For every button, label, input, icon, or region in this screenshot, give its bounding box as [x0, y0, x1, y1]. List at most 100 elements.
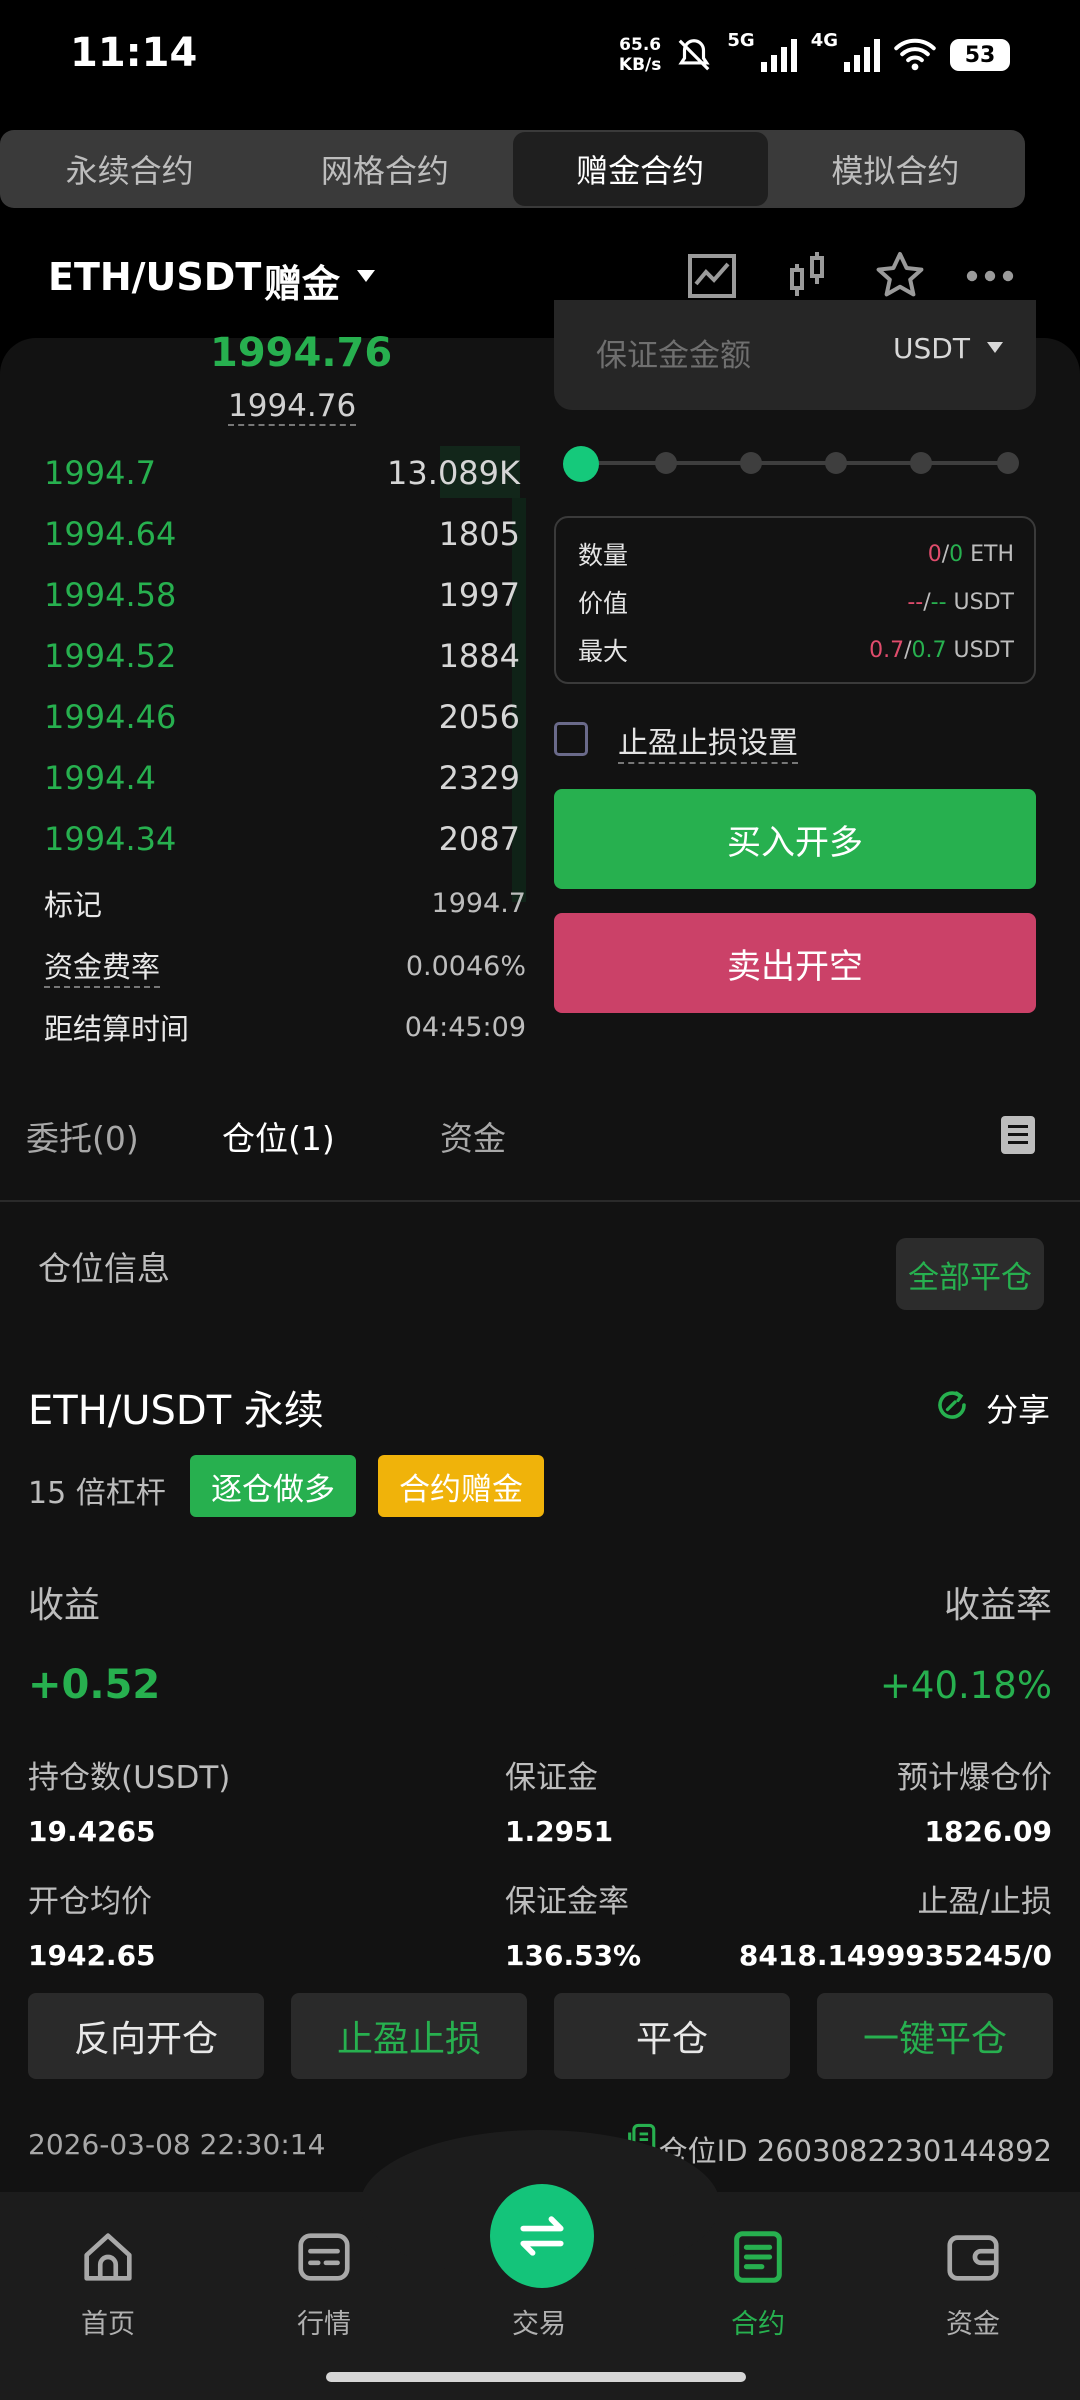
value-value: --/-- USDT — [907, 589, 1014, 615]
nav-home[interactable]: 首页 — [38, 2226, 178, 2341]
order-book-price: 1994.64 — [44, 515, 177, 553]
nav-assets[interactable]: 资金 — [903, 2226, 1043, 2341]
share-icon[interactable] — [934, 1387, 970, 1423]
close-all-button[interactable]: 全部平仓 — [896, 1238, 1044, 1310]
mark-info-row: 标记 1994.7 — [44, 882, 526, 924]
network-5g-label: 5G — [727, 30, 755, 51]
tp-sl-button[interactable]: 止盈止损 — [291, 1993, 527, 2079]
funding-rate-row: 资金费率 0.0046% — [44, 944, 526, 988]
order-book-qty: 2329 — [438, 759, 520, 797]
mark-label: 标记 — [44, 888, 103, 922]
nav-contract[interactable]: 合约 — [688, 2226, 828, 2341]
qty-label: 数量 — [578, 541, 629, 570]
order-book-qty: 1884 — [438, 637, 520, 675]
slider-step[interactable] — [740, 452, 762, 474]
contract-type-tabs: 永续合约 网格合约 赠金合约 模拟合约 — [0, 130, 1025, 208]
nav-trade-label[interactable]: 交易 — [512, 2302, 566, 2341]
margin-ratio-value: 136.53% — [505, 1939, 642, 1972]
order-book-row[interactable]: 1994.58 1997 — [44, 566, 520, 624]
entry-price-label: 开仓均价 — [28, 1884, 152, 1920]
position-size: 持仓数(USDT) 19.4265 — [28, 1752, 230, 1848]
nav-market[interactable]: 行情 — [254, 2226, 394, 2341]
close-position-button[interactable]: 平仓 — [554, 1993, 790, 2079]
order-book-qty: 2056 — [438, 698, 520, 736]
tab-assets[interactable]: 资金 — [440, 1112, 506, 1160]
one-click-close-button[interactable]: 一键平仓 — [817, 1993, 1053, 2079]
star-icon[interactable] — [872, 248, 928, 304]
order-book-row[interactable]: 1994.34 2087 — [44, 810, 520, 868]
margin-unit-selector[interactable]: USDT — [893, 332, 970, 365]
roe-label: 收益率 — [943, 1585, 1052, 1626]
divider — [0, 1200, 1080, 1202]
pair-selector[interactable]: ETH/USDT — [48, 255, 261, 299]
tp-sl-label[interactable]: 止盈止损设置 — [618, 718, 798, 764]
mode-selector[interactable]: 赠金 — [264, 253, 340, 308]
roe-value: +40.18% — [879, 1664, 1052, 1707]
share-button[interactable]: 分享 — [986, 1385, 1050, 1431]
chart-line-icon[interactable] — [684, 248, 740, 304]
signal-icon — [760, 38, 797, 72]
tab-grid[interactable]: 网格合约 — [257, 132, 512, 206]
liq-price-label: 预计爆仓价 — [897, 1760, 1052, 1796]
pnl-value: +0.52 — [28, 1662, 161, 1708]
reverse-open-button[interactable]: 反向开仓 — [28, 1993, 264, 2079]
funding-rate-value: 0.0046% — [405, 950, 526, 982]
home-indicator[interactable] — [326, 2372, 746, 2382]
settlement-countdown: 04:45:09 — [404, 1011, 526, 1043]
order-book-qty: 13.089K — [387, 454, 520, 492]
order-book-price: 1994.4 — [44, 759, 156, 797]
slider-track[interactable] — [582, 461, 1008, 465]
order-book-price: 1994.7 — [44, 454, 156, 492]
list-icon[interactable] — [1001, 1116, 1035, 1154]
nav-trade-button[interactable] — [490, 2184, 594, 2288]
position-symbol: ETH/USDT 永续 — [28, 1388, 324, 1434]
tab-bonus[interactable]: 赠金合约 — [512, 132, 768, 206]
order-book-row[interactable]: 1994.7 13.089K — [44, 444, 520, 502]
order-book-row[interactable]: 1994.4 2329 — [44, 749, 520, 807]
position-size-value: 19.4265 — [28, 1815, 156, 1848]
order-book-row[interactable]: 1994.64 1805 — [44, 505, 520, 563]
mark-value: 1994.7 — [431, 887, 526, 919]
max-label: 最大 — [578, 637, 629, 666]
last-price: 1994.76 — [210, 330, 393, 376]
order-book-row[interactable]: 1994.52 1884 — [44, 627, 520, 685]
slider-step[interactable] — [910, 452, 932, 474]
order-book-row[interactable]: 1994.46 2056 — [44, 688, 520, 746]
tab-positions[interactable]: 仓位(1) — [222, 1112, 335, 1160]
nav-market-label: 行情 — [297, 2309, 351, 2340]
slider-step[interactable] — [825, 452, 847, 474]
entry-price-field: 开仓均价 1942.65 — [28, 1876, 156, 1972]
battery-icon: 53 — [950, 39, 1010, 71]
caret-down-icon[interactable] — [357, 270, 375, 282]
caret-down-icon[interactable] — [987, 342, 1003, 353]
tp-sl-field: 止盈/止损 8418.1499935245/0 — [739, 1876, 1052, 1972]
market-icon — [298, 2233, 350, 2281]
max-row: 最大 0.7/0.7 USDT — [578, 630, 1014, 670]
tab-perpetual[interactable]: 永续合约 — [2, 132, 257, 206]
order-book-price: 1994.46 — [44, 698, 177, 736]
order-book-qty: 1805 — [438, 515, 520, 553]
tp-sl-checkbox[interactable] — [554, 722, 588, 756]
funding-rate-label[interactable]: 资金费率 — [44, 944, 161, 988]
position-info-title: 仓位信息 — [38, 1249, 170, 1288]
buy-long-button[interactable]: 买入开多 — [554, 789, 1036, 889]
sell-short-button[interactable]: 卖出开空 — [554, 913, 1036, 1013]
candlestick-icon[interactable] — [780, 248, 836, 304]
nav-contract-label: 合约 — [731, 2309, 785, 2340]
status-icons: 65.6 KB/s 5G 4G 53 — [619, 30, 1010, 80]
tab-demo[interactable]: 模拟合约 — [768, 132, 1023, 206]
tab-orders[interactable]: 委托(0) — [26, 1112, 139, 1160]
slider-knob[interactable] — [563, 446, 599, 482]
settlement-label: 距结算时间 — [44, 1012, 190, 1046]
margin-label: 保证金 — [505, 1760, 598, 1796]
wallet-icon — [947, 2235, 999, 2281]
position-size-label: 持仓数(USDT) — [28, 1760, 231, 1796]
mark-price[interactable]: 1994.76 — [228, 388, 357, 426]
slider-step[interactable] — [655, 452, 677, 474]
more-icon[interactable] — [962, 248, 1018, 304]
signal-icon-2 — [844, 38, 880, 72]
bonus-badge: 合约赠金 — [378, 1455, 544, 1517]
slider-step[interactable] — [997, 452, 1019, 474]
margin-placeholder: 保证金金额 — [596, 338, 751, 374]
margin-value: 1.2951 — [505, 1815, 614, 1848]
